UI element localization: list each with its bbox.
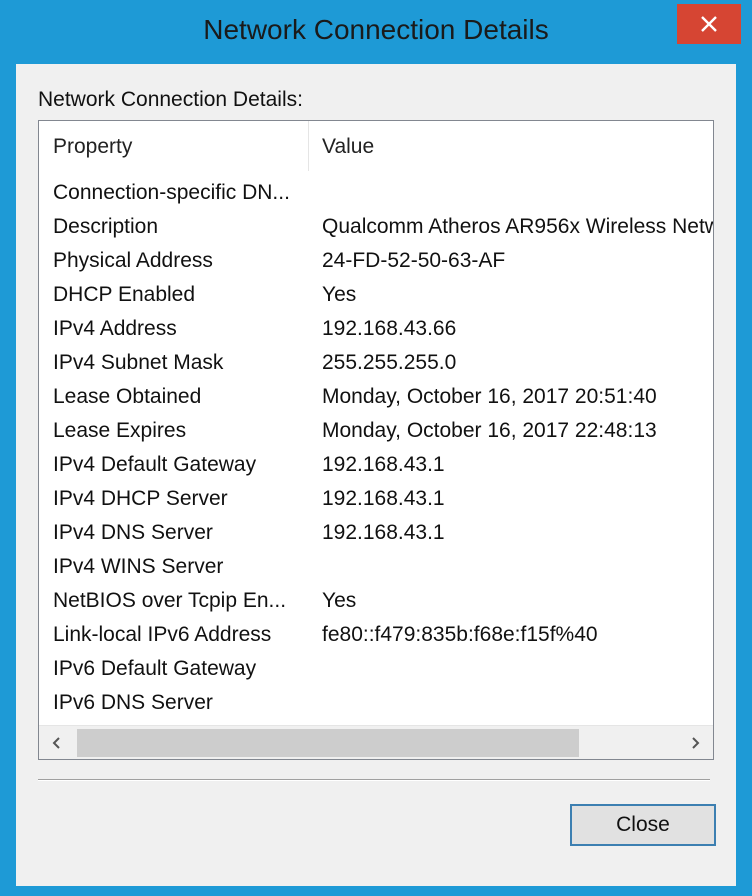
row-value: 192.168.43.66 [322, 317, 457, 340]
table-row[interactable]: Lease Obtained Monday, October 16, 2017 2… [39, 379, 713, 413]
row-value: Yes [322, 589, 357, 612]
row-value: fe80::f479:835b:f68e:f15f%40 [322, 623, 598, 646]
row-property: IPv4 WINS Server [53, 555, 224, 578]
table-row[interactable]: DHCP Enabled Yes [39, 277, 713, 311]
table-row[interactable]: IPv4 Subnet Mask 255.255.255.0 [39, 345, 713, 379]
dialog-window: Network Connection Details Network Conne… [0, 0, 752, 896]
row-value: 192.168.43.1 [322, 453, 445, 476]
row-property: NetBIOS over Tcpip En... [53, 589, 287, 612]
table-row[interactable]: IPv4 DHCP Server 192.168.43.1 [39, 481, 713, 515]
row-value: Yes [322, 283, 357, 306]
table-row[interactable]: Physical Address 24-FD-52-50-63-AF [39, 243, 713, 277]
details-label: Network Connection Details: [38, 88, 303, 111]
table-row[interactable]: IPv4 WINS Server [39, 549, 713, 583]
row-property: Lease Expires [53, 419, 187, 442]
row-property: IPv4 DNS Server [53, 521, 213, 544]
row-property: Description [53, 215, 159, 238]
column-header-property[interactable]: Property [39, 121, 309, 171]
row-value: 24-FD-52-50-63-AF [322, 249, 506, 272]
table-row[interactable]: IPv4 Address 192.168.43.66 [39, 311, 713, 345]
table-row[interactable]: IPv6 DNS Server [39, 685, 713, 719]
scrollbar-thumb[interactable] [77, 729, 579, 757]
table-row[interactable]: Link-local IPv6 Address fe80::f479:835b:f… [39, 617, 713, 651]
table-row[interactable]: NetBIOS over Tcpip En... Yes [39, 583, 713, 617]
row-property: Physical Address [53, 249, 213, 272]
row-value: Monday, October 16, 2017 22:48:13 [322, 419, 657, 442]
table-row[interactable]: Connection-specific DN... [39, 175, 713, 209]
scroll-left-button[interactable] [39, 726, 75, 759]
close-icon [701, 16, 717, 32]
row-value: Qualcomm Atheros AR956x Wireless Netw [322, 215, 713, 238]
dialog-client-area: Network Connection Details: Property Val… [16, 64, 736, 886]
column-header-value[interactable]: Value [309, 121, 713, 171]
row-property: Connection-specific DN... [53, 181, 290, 204]
separator-line [38, 779, 710, 781]
chevron-left-icon [52, 737, 60, 749]
chevron-right-icon [692, 737, 700, 749]
row-property: IPv6 Default Gateway [53, 657, 257, 680]
row-property: Lease Obtained [53, 385, 202, 408]
row-property: IPv4 Subnet Mask [53, 351, 224, 374]
row-value: 192.168.43.1 [322, 487, 445, 510]
title-bar[interactable]: Network Connection Details [0, 0, 752, 64]
row-value: 192.168.43.1 [322, 521, 445, 544]
table-row[interactable]: Description Qualcomm Atheros AR956x Wirel… [39, 209, 713, 243]
horizontal-scrollbar[interactable] [39, 725, 713, 759]
row-value: 255.255.255.0 [322, 351, 457, 374]
list-header: Property Value [39, 121, 713, 171]
scroll-right-button[interactable] [677, 726, 713, 759]
row-value [322, 549, 713, 583]
close-button[interactable]: Close [570, 804, 716, 846]
window-title: Network Connection Details [203, 14, 549, 45]
window-close-button[interactable] [677, 4, 741, 44]
table-row[interactable]: IPv4 Default Gateway 192.168.43.1 [39, 447, 713, 481]
row-property: IPv4 DHCP Server [53, 487, 228, 510]
row-property: DHCP Enabled [53, 283, 196, 306]
row-value [322, 685, 713, 719]
list-rows: Connection-specific DN... Description Qual… [39, 171, 713, 719]
row-value [322, 651, 713, 685]
table-row[interactable]: IPv6 Default Gateway [39, 651, 713, 685]
row-property: IPv4 Default Gateway [53, 453, 257, 476]
table-row[interactable]: Lease Expires Monday, October 16, 2017 22… [39, 413, 713, 447]
table-row[interactable]: IPv4 DNS Server 192.168.43.1 [39, 515, 713, 549]
row-value: Monday, October 16, 2017 20:51:40 [322, 385, 657, 408]
row-property: Link-local IPv6 Address [53, 623, 272, 646]
details-list-view[interactable]: Property Value Connection-specific DN...… [38, 120, 714, 760]
row-property: IPv6 DNS Server [53, 691, 213, 714]
row-property: IPv4 Address [53, 317, 177, 340]
row-value [322, 175, 713, 209]
